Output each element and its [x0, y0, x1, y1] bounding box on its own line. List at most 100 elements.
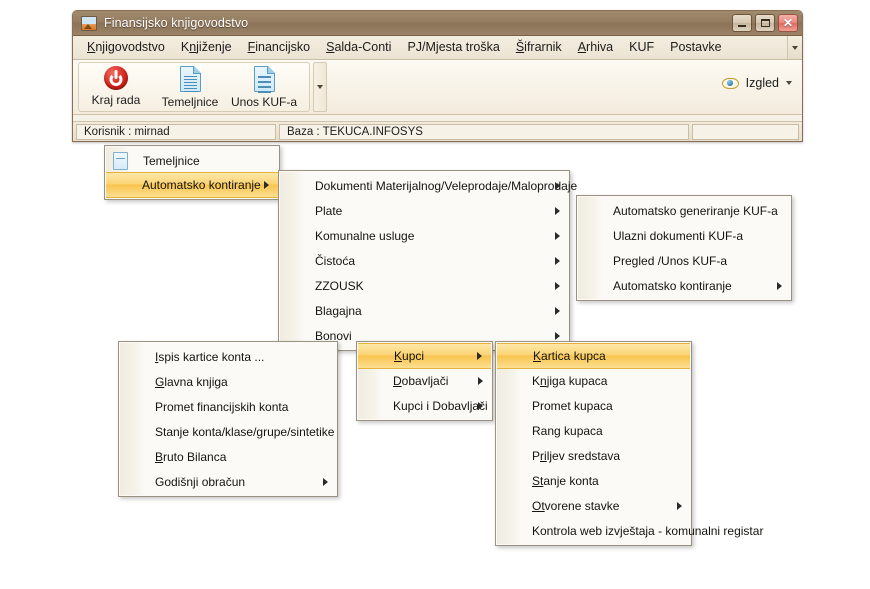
- menu-item-zzousk[interactable]: ZZOUSK: [279, 273, 569, 298]
- menu-item-kupci-i-dobavljaci[interactable]: Kupci i Dobavljači: [357, 393, 492, 418]
- menu-item-label: Kontrola web izvještaja - komunalni regi…: [532, 523, 764, 538]
- menu-item-label: Ispis kartice konta ...: [155, 349, 265, 364]
- menu-item-glavna-knjiga[interactable]: Glavna knjiga: [119, 369, 337, 394]
- ribbon-more-button[interactable]: [313, 62, 327, 112]
- menu-kupci: Kartica kupca Knjiga kupaca Promet kupac…: [495, 341, 763, 546]
- close-button[interactable]: ✕: [778, 14, 798, 32]
- menu-item-stanje-konta[interactable]: Stanje konta: [496, 468, 691, 493]
- menu-item-ulazni-dokumenti-kuf-a[interactable]: Ulazni dokumenti KUF-a: [577, 223, 791, 248]
- menu-item-otvorene-stavke[interactable]: Otvorene stavke: [496, 493, 691, 518]
- submenu-arrow-icon: [555, 306, 560, 315]
- menu-item-godisnji-obracun[interactable]: Godišnji obračun: [119, 469, 337, 494]
- submenu-arrow-icon: [555, 206, 560, 215]
- document-icon: [179, 66, 201, 92]
- menu-item-promet-financijskih-konta[interactable]: Promet financijskih konta: [119, 394, 337, 419]
- maximize-icon: [760, 19, 770, 27]
- minimize-button[interactable]: [732, 14, 752, 32]
- menu-item-komunalne-usluge[interactable]: Komunalne usluge: [279, 223, 569, 248]
- chevron-down-icon: [317, 85, 323, 89]
- menubar-item-knjigovodstvo[interactable]: Knjigovodstvo: [79, 37, 173, 58]
- document-icon: [253, 66, 275, 93]
- menu-item-priljev-sredstava[interactable]: Priljev sredstava: [496, 443, 691, 468]
- power-icon: [104, 66, 128, 90]
- menu-item-blagajna[interactable]: Blagajna: [279, 298, 569, 323]
- menu-item-label: Automatsko kontiranje: [613, 278, 732, 293]
- application-window: Finansijsko knjigovodstvo ✕ Knjigovodstv…: [72, 10, 803, 142]
- menu-item-promet-kupaca[interactable]: Promet kupaca: [496, 393, 691, 418]
- menu-item-dokumenti-materijalnog[interactable]: Dokumenti Materijalnog/Veleprodaje/Malop…: [279, 173, 577, 198]
- menu-item-label: Godišnji obračun: [155, 474, 246, 489]
- menu-item-knjiga-kupaca[interactable]: Knjiga kupaca: [496, 368, 691, 393]
- ribbon-button-label: Kraj rada: [91, 93, 141, 107]
- menu-item-label: Automatsko kontiranje: [142, 178, 261, 192]
- menubar-item-postavke[interactable]: Postavke: [662, 37, 729, 58]
- view-options-label: Izgled: [745, 76, 779, 90]
- menu-item-label: Stanje konta/klase/grupe/sintetike: [155, 424, 335, 439]
- ribbon-group: Kraj rada Temeljnice Unos KUF-a: [78, 62, 310, 112]
- menubar-item-arhiva[interactable]: Arhiva: [570, 37, 621, 58]
- menu-item-bruto-bilanca[interactable]: Bruto Bilanca: [119, 444, 337, 469]
- ribbon-button-temeljnice[interactable]: Temeljnice: [153, 63, 227, 111]
- title-bar: Finansijsko knjigovodstvo ✕: [73, 11, 802, 36]
- menu-item-label: Čistoća: [315, 253, 356, 268]
- ribbon-button-unos-kuf-a[interactable]: Unos KUF-a: [227, 63, 301, 111]
- status-user: Korisnik : mirnad: [76, 123, 276, 140]
- menubar-item-knjizenje[interactable]: Knjiženje: [173, 37, 240, 58]
- submenu-arrow-icon: [555, 256, 560, 265]
- menu-item-label: Dobavljači: [393, 373, 449, 388]
- menubar-item-kuf[interactable]: KUF: [621, 37, 662, 58]
- menu-item-label: Dokumenti Materijalnog/Veleprodaje/Malop…: [315, 178, 578, 193]
- menu-item-ispis-kartice-konta[interactable]: Ispis kartice konta ...: [119, 344, 337, 369]
- minimize-icon: [738, 25, 746, 27]
- ribbon-button-kraj-rada[interactable]: Kraj rada: [79, 63, 153, 111]
- menubar-item-salda-conti[interactable]: Salda-Conti: [318, 37, 399, 58]
- screen-root: Finansijsko knjigovodstvo ✕ Knjigovodstv…: [0, 0, 870, 589]
- menu-item-cistoca[interactable]: Čistoća: [279, 248, 569, 273]
- menu-item-label: Automatsko generiranje KUF-a: [613, 203, 778, 218]
- submenu-arrow-icon: [323, 477, 328, 486]
- view-options-button[interactable]: Izgled: [721, 76, 792, 90]
- menu-item-label: Blagajna: [315, 303, 362, 318]
- menu-salda-conti: Kupci Dobavljači Kupci i Dobavljači: [356, 341, 493, 421]
- ribbon-button-label: Unos KUF-a: [230, 95, 298, 109]
- menu-item-label: Rang kupaca: [532, 423, 603, 438]
- menu-item-automatsko-kontiranje-kuf[interactable]: Automatsko kontiranje: [577, 273, 791, 298]
- menu-item-dobavljaci[interactable]: Dobavljači: [357, 368, 492, 393]
- menu-financijsko: Ispis kartice konta ... Glavna knjiga Pr…: [118, 341, 338, 497]
- submenu-arrow-icon: [555, 231, 560, 240]
- eye-icon: [721, 77, 739, 89]
- menu-item-label: Priljev sredstava: [532, 448, 621, 463]
- maximize-button[interactable]: [755, 14, 775, 32]
- menubar-item-financijsko[interactable]: Financijsko: [240, 37, 319, 58]
- menu-bar: Knjigovodstvo Knjiženje Financijsko Sald…: [73, 36, 802, 60]
- menubar-item-sifrarnik[interactable]: Šifrarnik: [508, 37, 570, 58]
- menu-item-kontrola-web-izvjestaja[interactable]: Kontrola web izvještaja - komunalni regi…: [496, 518, 763, 543]
- menu-item-automatsko-kontiranje[interactable]: Automatsko kontiranje: [106, 172, 278, 198]
- menu-item-label: Plate: [315, 203, 343, 218]
- menu-item-rang-kupaca[interactable]: Rang kupaca: [496, 418, 691, 443]
- submenu-arrow-icon: [777, 281, 782, 290]
- window-title: Finansijsko knjigovodstvo: [104, 16, 249, 30]
- menu-item-label: Bruto Bilanca: [155, 449, 227, 464]
- menu-item-stanje-konta-klase-grupe-sintetike[interactable]: Stanje konta/klase/grupe/sintetike: [119, 419, 337, 444]
- menu-item-label: Otvorene stavke: [532, 498, 620, 513]
- window-controls: ✕: [732, 14, 798, 32]
- menu-item-plate[interactable]: Plate: [279, 198, 569, 223]
- submenu-arrow-icon: [478, 376, 483, 385]
- close-icon: ✕: [782, 16, 794, 30]
- menu-item-label: ZZOUSK: [315, 278, 364, 293]
- submenu-arrow-icon: [677, 501, 682, 510]
- menu-item-automatsko-generiranje-kuf-a[interactable]: Automatsko generiranje KUF-a: [577, 198, 791, 223]
- menubar-item-pj-mjesta-troska[interactable]: PJ/Mjesta troška: [399, 37, 507, 58]
- menu-item-kartica-kupca[interactable]: Kartica kupca: [497, 343, 690, 369]
- menu-item-temeljnice[interactable]: Temeljnice: [105, 148, 279, 173]
- menu-item-pregled-unos-kuf-a[interactable]: Pregled /Unos KUF-a: [577, 248, 791, 273]
- menu-item-kupci[interactable]: Kupci: [358, 343, 491, 369]
- status-extra: [692, 123, 799, 140]
- chevron-down-icon: [786, 81, 792, 85]
- chart-window-icon: [81, 15, 97, 31]
- menu-item-label: Pregled /Unos KUF-a: [613, 253, 728, 268]
- menu-item-label: Kupci i Dobavljači: [393, 398, 488, 413]
- menu-item-label: Stanje konta: [532, 473, 599, 488]
- menubar-overflow-button[interactable]: [787, 36, 802, 59]
